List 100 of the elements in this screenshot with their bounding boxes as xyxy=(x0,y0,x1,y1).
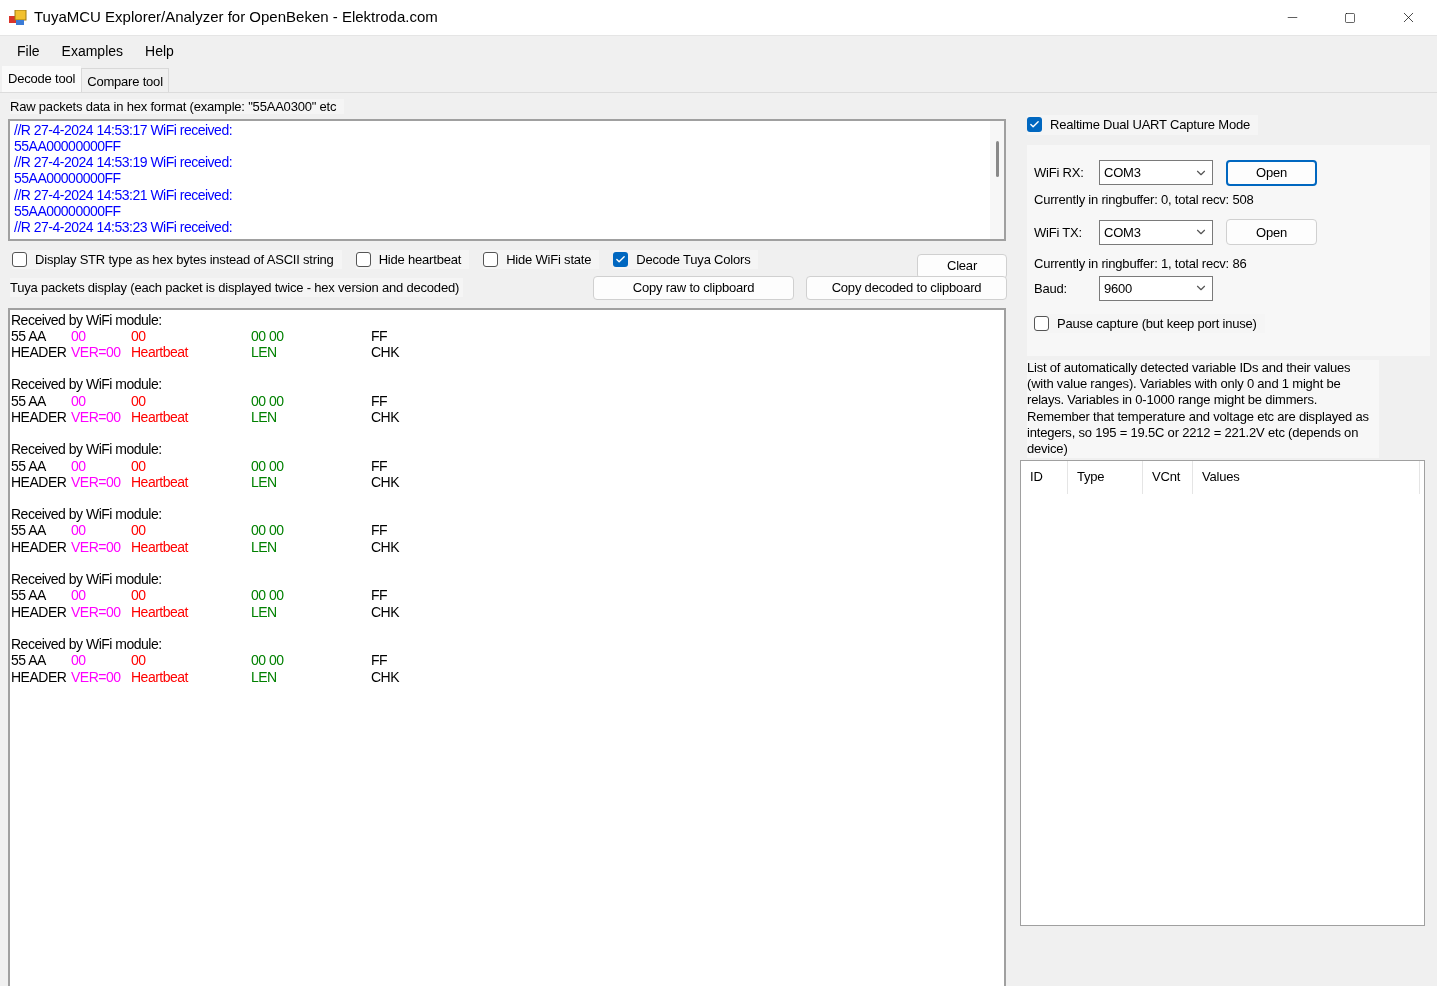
packet-field-label: Heartbeat xyxy=(131,473,188,491)
rx-label: WiFi RX: xyxy=(1034,164,1085,182)
packet-hex: 00 00 xyxy=(251,392,284,409)
option-checkbox[interactable]: Display STR type as hex bytes instead of ASCII string xyxy=(12,249,342,269)
packet-hex: 00 00 xyxy=(251,457,284,474)
packet-field-label: LEN xyxy=(251,473,277,491)
check-icon xyxy=(615,253,627,265)
option-checkbox[interactable]: Hide heartbeat xyxy=(355,249,470,269)
raw-data-line: //R 27-4-2024 14:53:23 WiFi received: xyxy=(14,219,233,236)
packet-hex: 00 00 xyxy=(251,587,284,604)
packet-hex: 55 AA xyxy=(11,587,46,604)
open-button[interactable]: Open xyxy=(1226,159,1317,186)
column-header[interactable]: ID xyxy=(1021,460,1068,494)
raw-data-line: //R 27-4-2024 14:53:21 WiFi received: xyxy=(14,186,233,203)
raw-data-line: 55AA00000000FF xyxy=(14,170,121,187)
packet-field-label: VER=00 xyxy=(71,603,121,620)
column-header[interactable]: Values xyxy=(1193,460,1420,494)
packet-field-label: VER=00 xyxy=(71,538,121,556)
tx-port-combo[interactable]: COM3 xyxy=(1099,219,1213,245)
packet-field-label: HEADER xyxy=(11,538,67,556)
packet-field-label: LEN xyxy=(251,668,277,685)
packet-field-label: CHK xyxy=(371,538,400,556)
packet-field-label: LEN xyxy=(251,538,277,556)
packet-field-label: LEN xyxy=(251,603,277,620)
column-header[interactable]: VCnt xyxy=(1143,460,1193,494)
raw-data-line: //R 27-4-2024 14:53:17 WiFi received: xyxy=(14,121,233,138)
capture-mode-checkbox[interactable]: Realtime Dual UART Capture Mode xyxy=(1027,115,1258,135)
tab[interactable]: Decode tool xyxy=(2,66,82,92)
packet-field-label: VER=00 xyxy=(71,409,121,426)
packet-hex: 00 xyxy=(131,522,146,539)
tx-status: Currently in ringbuffer: 1, total recv: 86 xyxy=(1034,255,1247,274)
menu-item[interactable]: Help xyxy=(134,40,185,62)
app-icon xyxy=(9,9,27,26)
copy-button[interactable]: Copy raw to clipboard xyxy=(593,275,794,300)
tab[interactable]: Compare tool xyxy=(81,68,169,92)
packet-field-label: CHK xyxy=(371,409,400,426)
packet-title: Received by WiFi module: xyxy=(11,635,162,653)
checkbox[interactable] xyxy=(483,251,499,267)
option-checkbox[interactable]: Decode Tuya Colors xyxy=(613,249,759,269)
packet-hex: 55 AA xyxy=(11,457,46,474)
packet-hex: 55 AA xyxy=(11,522,46,539)
baud-combo[interactable]: 9600 xyxy=(1099,275,1213,301)
rx-port-combo[interactable]: COM3 xyxy=(1099,160,1213,186)
packet-field-label: HEADER xyxy=(11,409,67,426)
packet-field-label: VER=00 xyxy=(71,344,121,361)
packet-field-label: VER=00 xyxy=(71,668,121,685)
packet-hex: FF xyxy=(371,327,388,345)
checkbox[interactable] xyxy=(1034,316,1049,331)
window-title: TuyaMCU Explorer/Analyzer for OpenBeken - Elektroda.com xyxy=(34,7,438,28)
packet-field-label: CHK xyxy=(371,668,400,685)
packet-hex: FF xyxy=(371,587,388,604)
packet-hex: 00 xyxy=(71,327,86,345)
checkbox[interactable] xyxy=(12,251,27,267)
packet-field-label: Heartbeat xyxy=(131,409,188,426)
packet-hex: 55 AA xyxy=(11,392,46,409)
packet-field-label: LEN xyxy=(251,409,277,426)
menu-item[interactable]: File xyxy=(6,40,51,62)
packet-field-label: Heartbeat xyxy=(131,668,188,685)
packet-title: Received by WiFi module: xyxy=(11,571,162,588)
menu-item[interactable]: Examples xyxy=(50,40,135,62)
checkbox[interactable] xyxy=(355,251,371,267)
packet-field-label: HEADER xyxy=(11,344,67,361)
scrollbar[interactable] xyxy=(990,120,1004,239)
packet-hex: FF xyxy=(371,392,388,409)
packet-hex: 00 xyxy=(71,652,86,669)
packet-field-label: Heartbeat xyxy=(131,603,188,620)
packet-title: Received by WiFi module: xyxy=(11,376,162,393)
variables-note: List of automatically detected variable IDs and their values (with value ranges). Variables with only 0 and 1 might be relays. Variables in 0-1000 range might be dimmers. Remember that temperature and voltage etc are displayed as integers, so 195 = 19.5C or 2212 = 221.2V etc (depends on device) xyxy=(1027,359,1379,458)
packet-hex: 00 xyxy=(71,457,86,474)
option-checkbox[interactable]: Hide WiFi state xyxy=(483,249,600,269)
open-button[interactable]: Open xyxy=(1226,219,1317,246)
raw-data-line: 55AA00000000FF xyxy=(14,203,121,220)
packet-hex: 00 xyxy=(71,522,86,539)
packet-hex: 00 xyxy=(131,392,146,409)
packet-hex: 55 AA xyxy=(11,652,46,669)
packet-field-label: LEN xyxy=(251,344,277,361)
packet-hex: 00 xyxy=(131,587,146,604)
checkbox[interactable] xyxy=(1027,117,1042,133)
packet-field-label: Heartbeat xyxy=(131,344,188,361)
packet-hex: 00 00 xyxy=(251,652,284,669)
packet-title: Received by WiFi module: xyxy=(11,311,162,328)
column-header[interactable]: Type xyxy=(1068,460,1143,494)
packet-field-label: HEADER xyxy=(11,668,67,685)
packet-hex: FF xyxy=(371,522,388,539)
packet-field-label: VER=00 xyxy=(71,473,121,491)
raw-data-textarea[interactable]: //R 27-4-2024 14:53:17 WiFi received: 55AA00000000FF //R 27-4-2024 14:53:19 WiFi received: 55AA00000000FF //R 27-4-2024 14:53:21 WiFi received: 55AA00000000FF //R 27-4-2024 14:53:23 WiFi received: xyxy=(8,118,1006,241)
baud-label: Baud: xyxy=(1034,279,1068,298)
rx-status: Currently in ringbuffer: 0, total recv: 508 xyxy=(1034,190,1254,209)
packet-field-label: CHK xyxy=(371,344,400,361)
tx-label: WiFi TX: xyxy=(1034,223,1083,242)
packet-hex: 00 xyxy=(131,457,146,474)
raw-data-line: //R 27-4-2024 14:53:19 WiFi received: xyxy=(14,154,233,171)
packet-hex: 00 xyxy=(131,652,146,669)
checkbox[interactable] xyxy=(613,251,629,267)
packet-field-label: CHK xyxy=(371,473,400,491)
packet-title: Received by WiFi module: xyxy=(11,441,162,458)
clear-button[interactable]: Clear xyxy=(917,253,1007,279)
copy-button[interactable]: Copy decoded to clipboard xyxy=(806,275,1007,300)
raw-data-label: Raw packets data in hex format (example: "55AA0300" etc xyxy=(10,99,345,114)
packet-hex: FF xyxy=(371,652,388,669)
